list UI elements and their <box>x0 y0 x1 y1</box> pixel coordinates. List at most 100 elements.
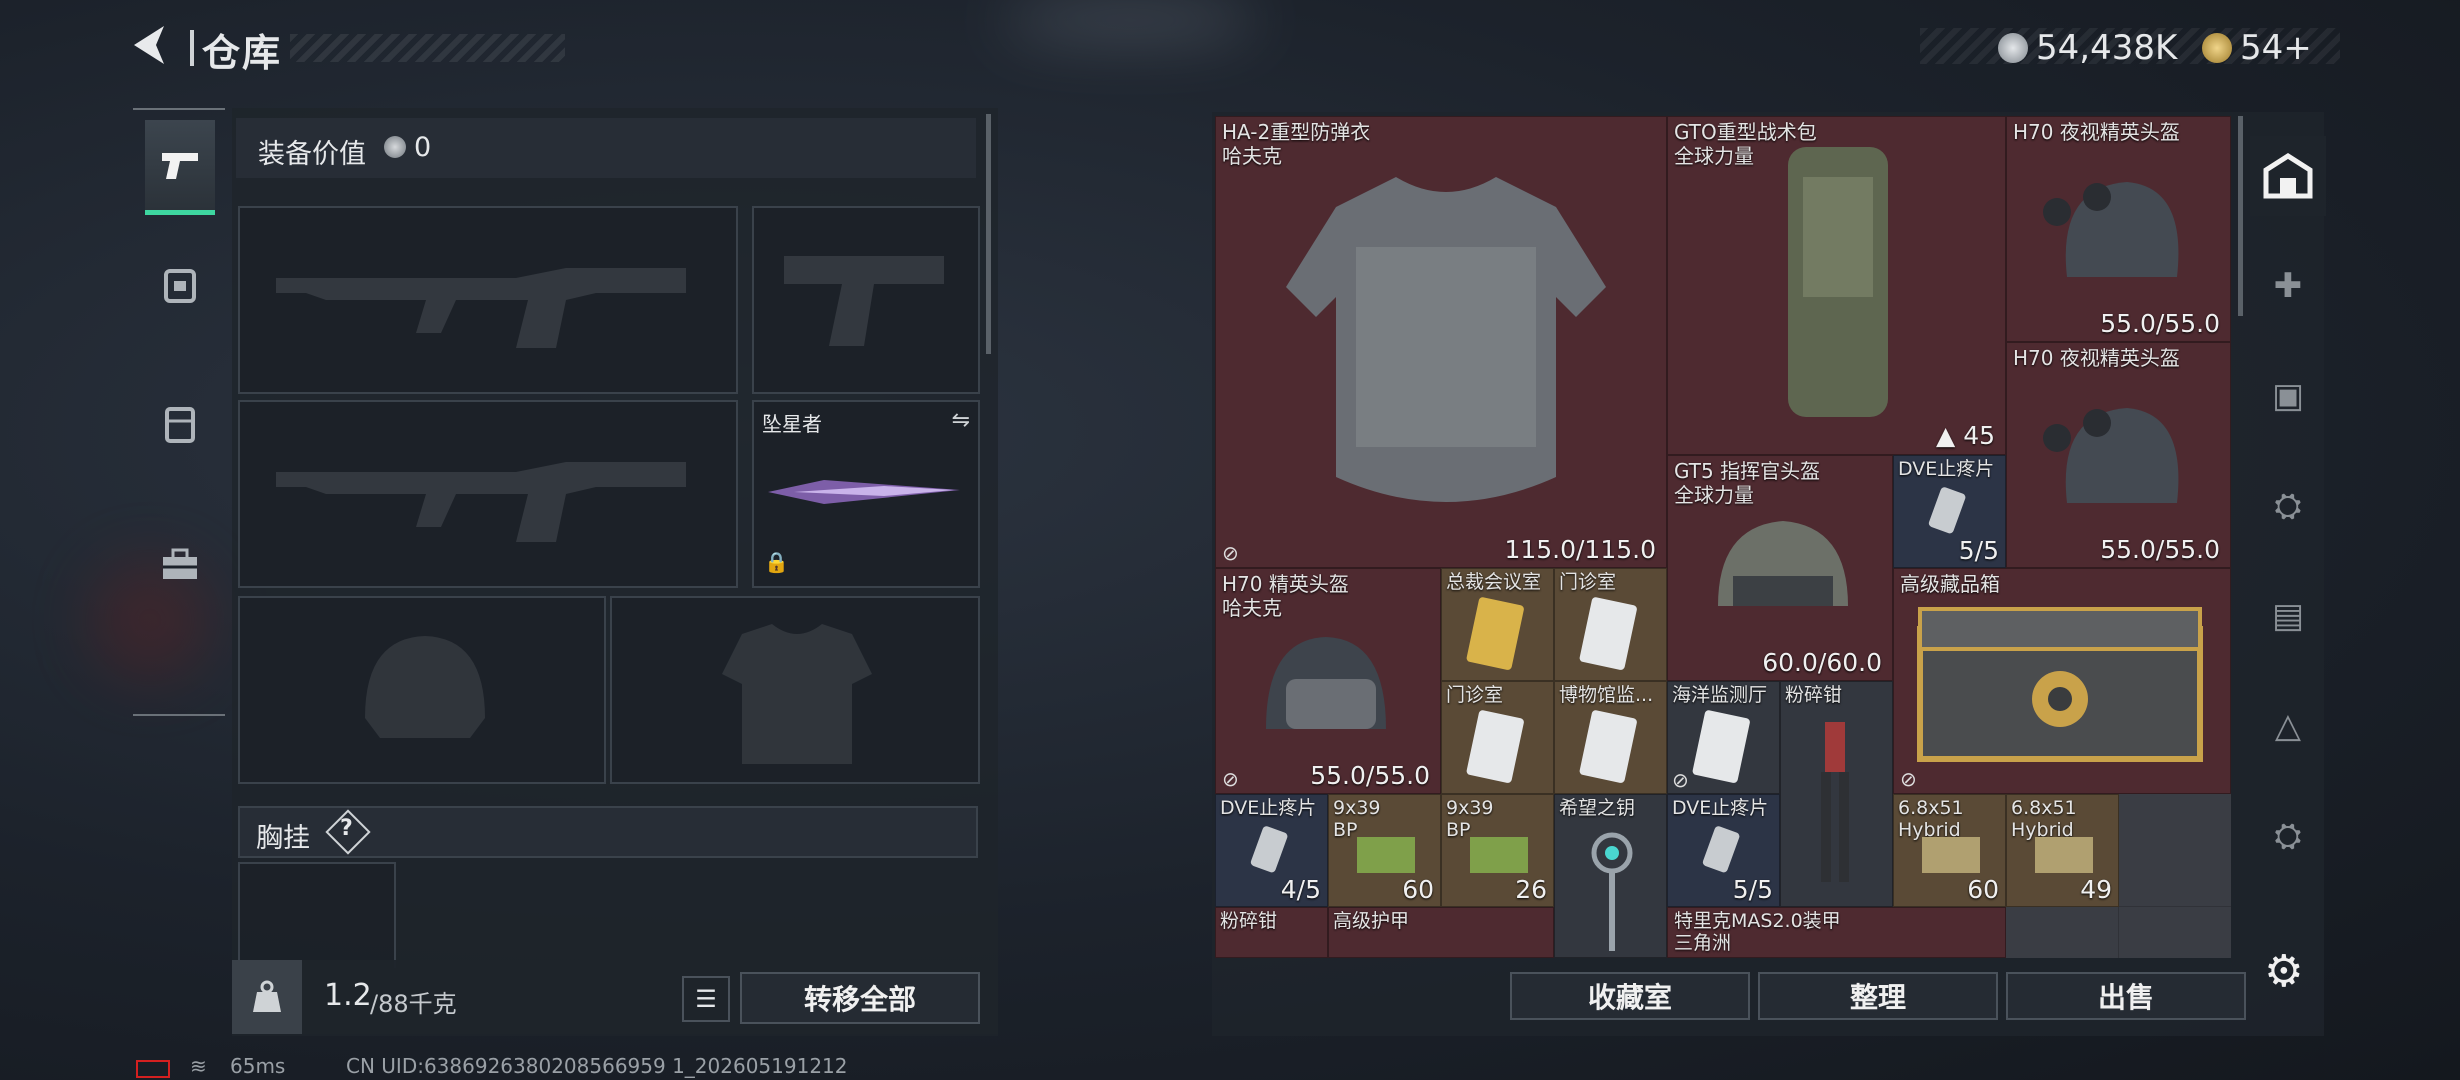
tab-medical[interactable]: ✚ <box>2250 246 2326 326</box>
tab-triangle[interactable]: △ <box>2250 686 2326 766</box>
item-durability: 55.0/55.0 <box>2100 535 2220 564</box>
grid-item-mas2-armor[interactable]: 特里克MAS2.0装甲 三角洲 <box>1667 907 2006 958</box>
item-durability: 5/5 <box>1958 536 1999 565</box>
grid-item-crusher-pliers-2[interactable]: 粉碎钳 <box>1215 907 1328 958</box>
grid-item-keycard-museum[interactable]: 博物馆监... <box>1554 681 1667 794</box>
chest-rig-header: 胸挂 ? <box>238 806 978 858</box>
item-name: GT5 指挥官头盔 <box>1674 459 1821 483</box>
tab-lockbox[interactable]: ▣ <box>2250 356 2326 436</box>
equipment-value-label: 装备价值 <box>258 139 366 170</box>
gear-tier3b-icon: ⛭ <box>2274 816 2302 856</box>
sell-label: 出售 <box>2097 981 2154 1014</box>
ping-text: 65ms <box>230 1054 286 1078</box>
pliers-image <box>1821 722 1849 882</box>
ammo-box-image <box>1470 837 1528 873</box>
helmet-slot[interactable] <box>238 596 606 784</box>
transfer-all-button[interactable]: 转移全部 <box>740 972 980 1024</box>
tab-toolbox[interactable] <box>145 520 215 610</box>
item-durability: 60.0/60.0 <box>1762 648 1882 677</box>
commander-helmet-image <box>1718 521 1848 606</box>
sidearm-slot[interactable] <box>752 206 980 394</box>
painkiller-image <box>1702 826 1740 873</box>
grid-item-elite-helmet[interactable]: H70 精英头盔 哈夫克 ⊘ 55.0/55.0 <box>1215 568 1441 794</box>
secondary-weapon-slot[interactable] <box>238 400 738 588</box>
swap-icon[interactable]: ⇋ <box>952 408 970 433</box>
organize-label: 整理 <box>1849 981 1906 1014</box>
grid-item-ammo-9x39-1[interactable]: 9x39 BP 60 <box>1328 794 1441 907</box>
grid-item-keycard-clinic-2[interactable]: 门诊室 <box>1441 681 1554 794</box>
armor-slot[interactable] <box>610 596 980 784</box>
no-insure-icon: ⊘ <box>1672 768 1689 792</box>
silver-amount: 54,438K <box>2036 28 2178 68</box>
tab-all-stash[interactable] <box>2250 136 2326 216</box>
chest-rig-slot[interactable] <box>238 862 396 968</box>
melee-slot[interactable]: 坠星者 ⇋ 🔒 <box>752 400 980 588</box>
tactical-backpack-image <box>1788 147 1888 417</box>
grid-item-collection-box[interactable]: 高级藏品箱 ⊘ <box>1893 568 2231 794</box>
medkit-tier4-icon: ✚ <box>2273 266 2303 306</box>
gold-currency[interactable]: 54+ <box>2202 28 2312 68</box>
gear-tier3-icon: ⛭ <box>2274 486 2302 526</box>
ornate-key-image <box>1591 832 1633 951</box>
tab-weapons[interactable] <box>145 120 215 215</box>
sell-button[interactable]: 出售 <box>2006 972 2246 1020</box>
loadout-scrollbar[interactable] <box>986 114 991 354</box>
grid-item-ammo-9x39-2[interactable]: 9x39 BP 26 <box>1441 794 1554 907</box>
grid-item-key-of-hope[interactable]: 希望之钥 <box>1554 794 1667 958</box>
primary-weapon-slot[interactable] <box>238 206 738 394</box>
grid-item-helmet-1[interactable]: H70 夜视精英头盔 55.0/55.0 <box>2006 116 2231 342</box>
item-count-value: 45 <box>1963 421 1995 450</box>
uid-text: CN UID:6386926380208566959 1_20260519121… <box>346 1054 848 1078</box>
weight-icon <box>253 980 281 1012</box>
list-view-button[interactable]: ☰ <box>682 976 730 1022</box>
settings-button[interactable]: ⚙ <box>2264 950 2308 994</box>
grid-item-backpack[interactable]: GTO重型战术包 全球力量 ▲ 45 <box>1667 116 2006 455</box>
tab-vest[interactable] <box>145 380 215 470</box>
item-name: H70 夜视精英头盔 <box>2013 346 2180 370</box>
item-name: DVE止疼片 <box>1672 797 1769 819</box>
organize-button[interactable]: 整理 <box>1758 972 1998 1020</box>
tab-misc[interactable]: ⛭ <box>2250 796 2326 876</box>
grid-item-helmet-2[interactable]: H70 夜视精英头盔 55.0/55.0 <box>2006 342 2231 568</box>
grid-item-crusher-pliers[interactable]: 粉碎钳 <box>1780 681 1893 907</box>
grid-item-ammo-68-1[interactable]: 6.8x51 Hybrid 60 <box>1893 794 2006 907</box>
item-name: 6.8x51 <box>1898 797 1964 819</box>
item-count: 26 <box>1515 875 1547 904</box>
silver-currency[interactable]: 54,438K <box>1998 28 2177 68</box>
item-name: 海洋监测厅 <box>1672 684 1768 706</box>
tab-gear[interactable]: ⛭ <box>2250 466 2326 546</box>
collection-room-button[interactable]: 收藏室 <box>1510 972 1750 1020</box>
item-name: 门诊室 <box>1446 684 1504 706</box>
grid-item-armor[interactable]: HA-2重型防弹衣 哈夫克 ⊘ 115.0/115.0 <box>1215 116 1667 568</box>
grid-item-painkiller-2[interactable]: DVE止疼片 4/5 <box>1215 794 1328 907</box>
list-icon: ☰ <box>695 985 717 1013</box>
item-sub: 哈夫克 <box>1222 144 1282 168</box>
keycard-image <box>1579 710 1637 783</box>
weight-max: /88千克 <box>370 990 457 1018</box>
grid-item-painkiller-3[interactable]: DVE止疼片 5/5 <box>1667 794 1780 907</box>
painkiller-image <box>1928 487 1966 534</box>
chevron-left-icon <box>134 26 164 64</box>
stash-scrollbar[interactable] <box>2238 116 2243 316</box>
stash-category-bar: ✚ ▣ ⛭ ▤ △ ⛭ <box>2250 116 2326 958</box>
grid-item-keycard-clinic-1[interactable]: 门诊室 <box>1554 568 1667 681</box>
page-title: 仓库 <box>202 31 283 75</box>
item-name: HA-2重型防弹衣 <box>1222 120 1371 144</box>
lockbox-tier4-icon: ▣ <box>2271 376 2305 416</box>
item-durability: 4/5 <box>1280 875 1321 904</box>
pistol-silhouette-icon <box>784 256 944 346</box>
grid-item-advanced-armor[interactable]: 高级护甲 <box>1328 907 1554 958</box>
back-button[interactable] <box>128 22 178 74</box>
gear-icon: ⚙ <box>2264 946 2304 997</box>
chest-rig-label: 胸挂 <box>256 823 310 854</box>
item-name: 粉碎钳 <box>1220 910 1278 932</box>
grid-item-commander-helmet[interactable]: GT5 指挥官头盔 全球力量 60.0/60.0 <box>1667 455 1893 681</box>
tab-backpack[interactable] <box>145 240 215 330</box>
grid-item-keycard-boardroom[interactable]: 总裁会议室 <box>1441 568 1554 681</box>
tab-files[interactable]: ▤ <box>2250 576 2326 656</box>
grid-item-keycard-ocean[interactable]: 海洋监测厅 ⊘ <box>1667 681 1780 794</box>
transfer-all-label: 转移全部 <box>803 983 916 1016</box>
vest-icon <box>165 407 195 443</box>
grid-item-painkiller-1[interactable]: DVE止疼片 5/5 <box>1893 455 2006 568</box>
grid-item-ammo-68-2[interactable]: 6.8x51 Hybrid 49 <box>2006 794 2119 907</box>
